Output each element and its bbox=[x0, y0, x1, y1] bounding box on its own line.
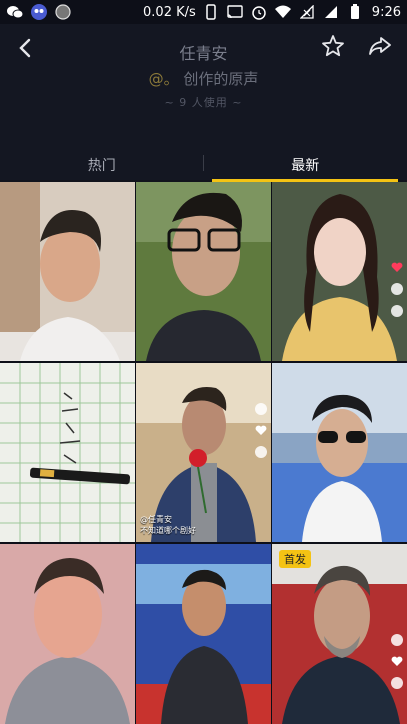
avatar-small-icon bbox=[255, 403, 267, 415]
clock: 9:26 bbox=[371, 4, 401, 20]
share-small-icon bbox=[391, 305, 403, 317]
video-side-actions bbox=[391, 262, 403, 317]
cast-icon bbox=[226, 3, 244, 21]
usage-count: ~ 9 人使用 ~ bbox=[164, 96, 243, 109]
tab-latest[interactable]: 最新 bbox=[204, 148, 407, 182]
battery-frame-icon bbox=[202, 3, 220, 21]
network-speed: 0.02 K/s bbox=[143, 4, 196, 20]
battery-icon bbox=[346, 3, 364, 21]
status-bar: 0.02 K/s 9:26 bbox=[0, 0, 407, 24]
video-thumbnail[interactable]: @任青安 不知道哪个剧好 bbox=[136, 363, 271, 542]
video-author: @任青安 bbox=[140, 515, 172, 524]
video-preview-image bbox=[272, 363, 407, 542]
video-thumbnail[interactable]: 首发 bbox=[272, 544, 407, 724]
share-icon[interactable] bbox=[367, 34, 393, 58]
signal-icon bbox=[298, 3, 316, 21]
video-preview-image bbox=[272, 544, 407, 724]
app-icon-2 bbox=[54, 3, 72, 21]
sound-info: @。 创作的原声 bbox=[0, 68, 407, 89]
video-preview-image bbox=[0, 182, 135, 361]
video-thumbnail[interactable] bbox=[0, 182, 135, 361]
video-preview-image bbox=[0, 544, 135, 724]
video-preview-image bbox=[136, 182, 271, 361]
video-thumbnail[interactable] bbox=[272, 182, 407, 361]
video-preview-image bbox=[136, 544, 271, 724]
tab-hot[interactable]: 热门 bbox=[0, 148, 204, 182]
video-grid: @任青安 不知道哪个剧好 首发 bbox=[0, 182, 407, 724]
app-icon bbox=[30, 3, 48, 21]
video-thumbnail[interactable] bbox=[0, 363, 135, 542]
tab-divider bbox=[203, 155, 204, 171]
heart-icon bbox=[391, 262, 403, 273]
sound-name: 创作的原声 bbox=[183, 70, 259, 88]
comment-icon bbox=[391, 677, 403, 689]
avatar-small-icon bbox=[391, 634, 403, 646]
video-caption: @任青安 不知道哪个剧好 bbox=[140, 514, 196, 536]
alarm-icon bbox=[250, 3, 268, 21]
sound-author-prefix: @。 bbox=[148, 70, 179, 88]
sim-icon bbox=[322, 3, 340, 21]
favorite-star-icon[interactable] bbox=[321, 34, 345, 58]
comment-icon bbox=[255, 446, 267, 458]
video-preview-image bbox=[272, 182, 407, 361]
video-preview-image bbox=[0, 363, 135, 542]
video-side-actions bbox=[255, 403, 267, 458]
first-release-badge: 首发 bbox=[279, 550, 311, 568]
video-thumbnail[interactable] bbox=[136, 544, 271, 724]
page-title: 任青安 bbox=[179, 44, 228, 63]
video-side-actions bbox=[391, 634, 403, 689]
heart-icon bbox=[255, 425, 267, 436]
video-description: 不知道哪个剧好 bbox=[140, 526, 196, 535]
video-thumbnail[interactable] bbox=[0, 544, 135, 724]
video-thumbnail[interactable] bbox=[136, 182, 271, 361]
wechat-icon bbox=[6, 3, 24, 21]
wifi-icon bbox=[274, 3, 292, 21]
heart-icon bbox=[391, 656, 403, 667]
video-thumbnail[interactable] bbox=[272, 363, 407, 542]
comment-icon bbox=[391, 283, 403, 295]
